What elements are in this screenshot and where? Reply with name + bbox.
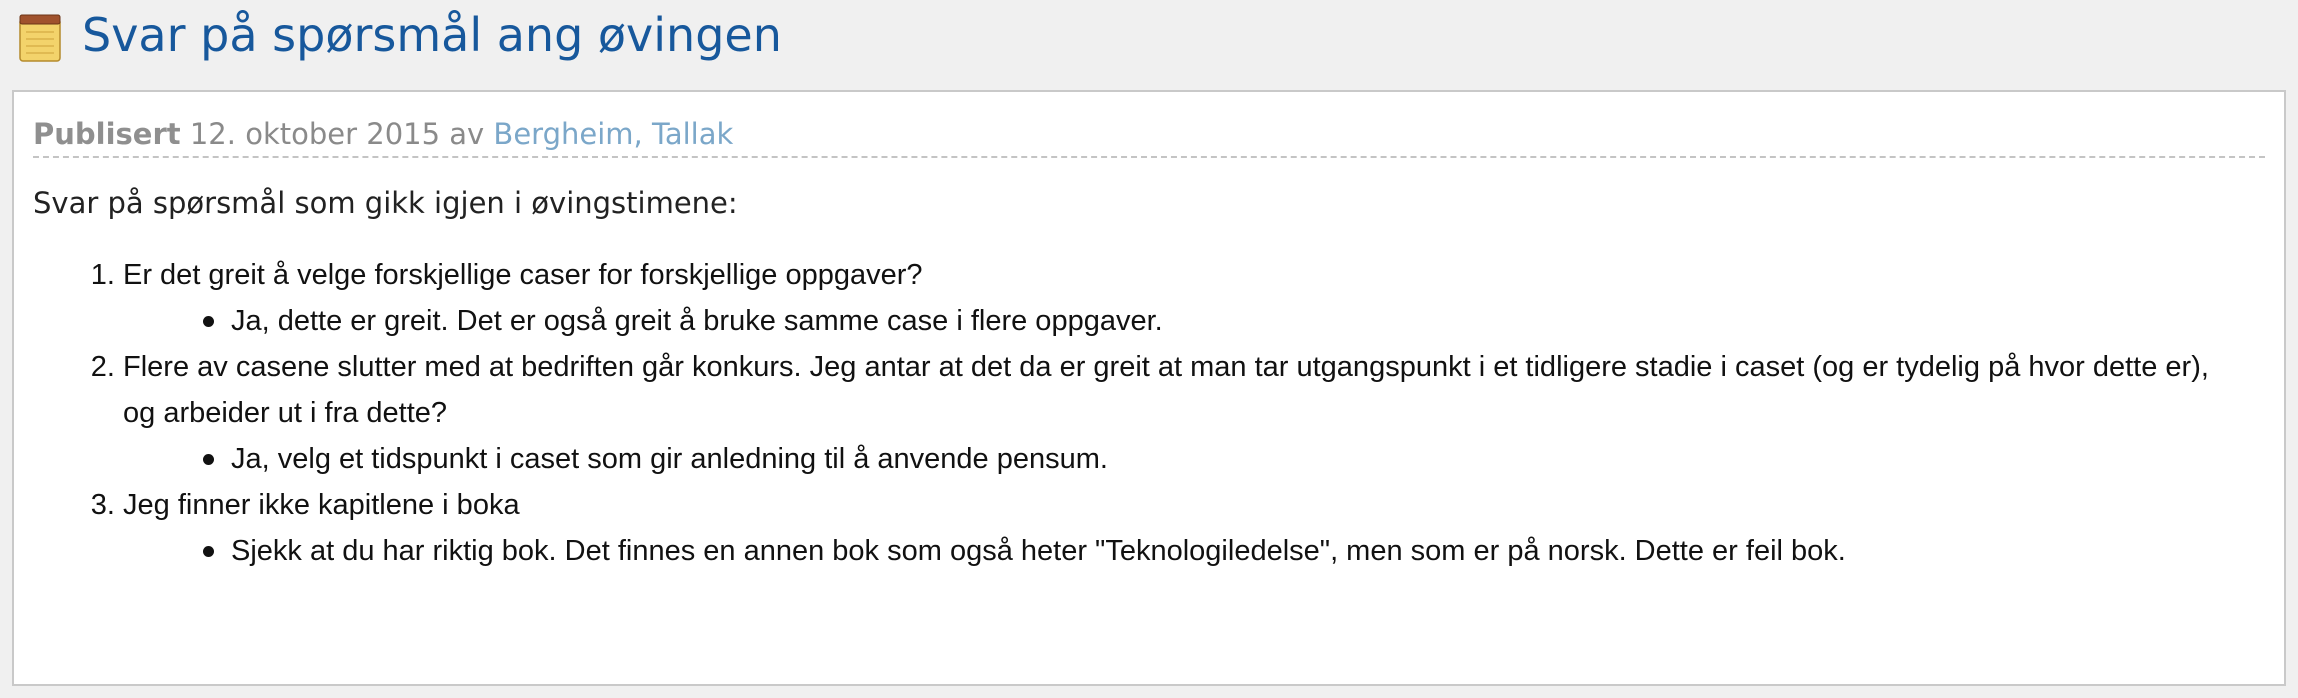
- question-text: Flere av casene slutter med at bedriften…: [123, 351, 2209, 429]
- question-item: Jeg finner ikke kapitlene i boka Sjekk a…: [123, 482, 2243, 574]
- question-item: Flere av casene slutter med at bedriften…: [123, 344, 2243, 482]
- question-text: Er det greit å velge forskjellige caser …: [123, 259, 923, 291]
- author-link[interactable]: Bergheim, Tallak: [493, 117, 733, 151]
- post-intro: Svar på spørsmål som gikk igjen i øvings…: [33, 186, 738, 220]
- question-list: Er det greit å velge forskjellige caser …: [33, 252, 2243, 574]
- post-content: Publisert 12. oktober 2015 av Bergheim, …: [12, 90, 2286, 686]
- answer-item: Ja, dette er greit. Det er også greit å …: [201, 298, 2243, 344]
- question-item: Er det greit å velge forskjellige caser …: [123, 252, 2243, 344]
- post-meta: Publisert 12. oktober 2015 av Bergheim, …: [33, 112, 2265, 158]
- by-label: av: [449, 117, 485, 151]
- notepad-icon: [19, 14, 61, 62]
- answer-list: Ja, velg et tidspunkt i caset som gir an…: [123, 436, 2243, 482]
- publish-date: 12. oktober 2015: [189, 117, 441, 151]
- page-title: Svar på spørsmål ang øvingen: [82, 8, 782, 62]
- answer-item: Sjekk at du har riktig bok. Det finnes e…: [201, 528, 2243, 574]
- answer-list: Ja, dette er greit. Det er også greit å …: [123, 298, 2243, 344]
- page-header: Svar på spørsmål ang øvingen: [18, 0, 782, 70]
- published-label: Publisert: [33, 117, 181, 151]
- answer-item: Ja, velg et tidspunkt i caset som gir an…: [201, 436, 2243, 482]
- question-text: Jeg finner ikke kapitlene i boka: [123, 489, 520, 521]
- answer-list: Sjekk at du har riktig bok. Det finnes e…: [123, 528, 2243, 574]
